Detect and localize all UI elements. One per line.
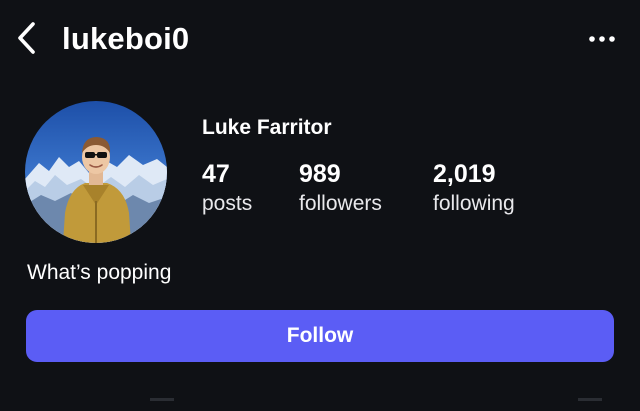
stat-posts-count: 47 [202, 160, 230, 188]
more-horizontal-icon [588, 30, 616, 48]
stat-following-count: 2,019 [433, 160, 496, 188]
tab-indicator-hint [150, 398, 174, 411]
stat-followers-count: 989 [299, 160, 341, 188]
avatar[interactable] [25, 101, 167, 243]
chevron-left-icon [15, 21, 37, 60]
stat-posts-label: posts [202, 192, 253, 215]
follow-button[interactable]: Follow [26, 310, 614, 362]
profile-username: lukeboi0 [62, 21, 190, 56]
stat-following[interactable]: 2,019 following [433, 158, 515, 218]
back-button[interactable] [10, 20, 42, 60]
more-options-button[interactable] [584, 26, 620, 52]
stat-followers[interactable]: 989 followers [299, 158, 382, 218]
tab-indicator-hint [578, 398, 602, 411]
stat-posts[interactable]: 47 posts [202, 158, 252, 218]
avatar-photo [25, 101, 167, 243]
stat-following-label: following [433, 192, 515, 215]
profile-bio: What’s popping [27, 261, 172, 284]
stat-followers-label: followers [299, 192, 382, 215]
profile-display-name: Luke Farritor [202, 116, 332, 139]
